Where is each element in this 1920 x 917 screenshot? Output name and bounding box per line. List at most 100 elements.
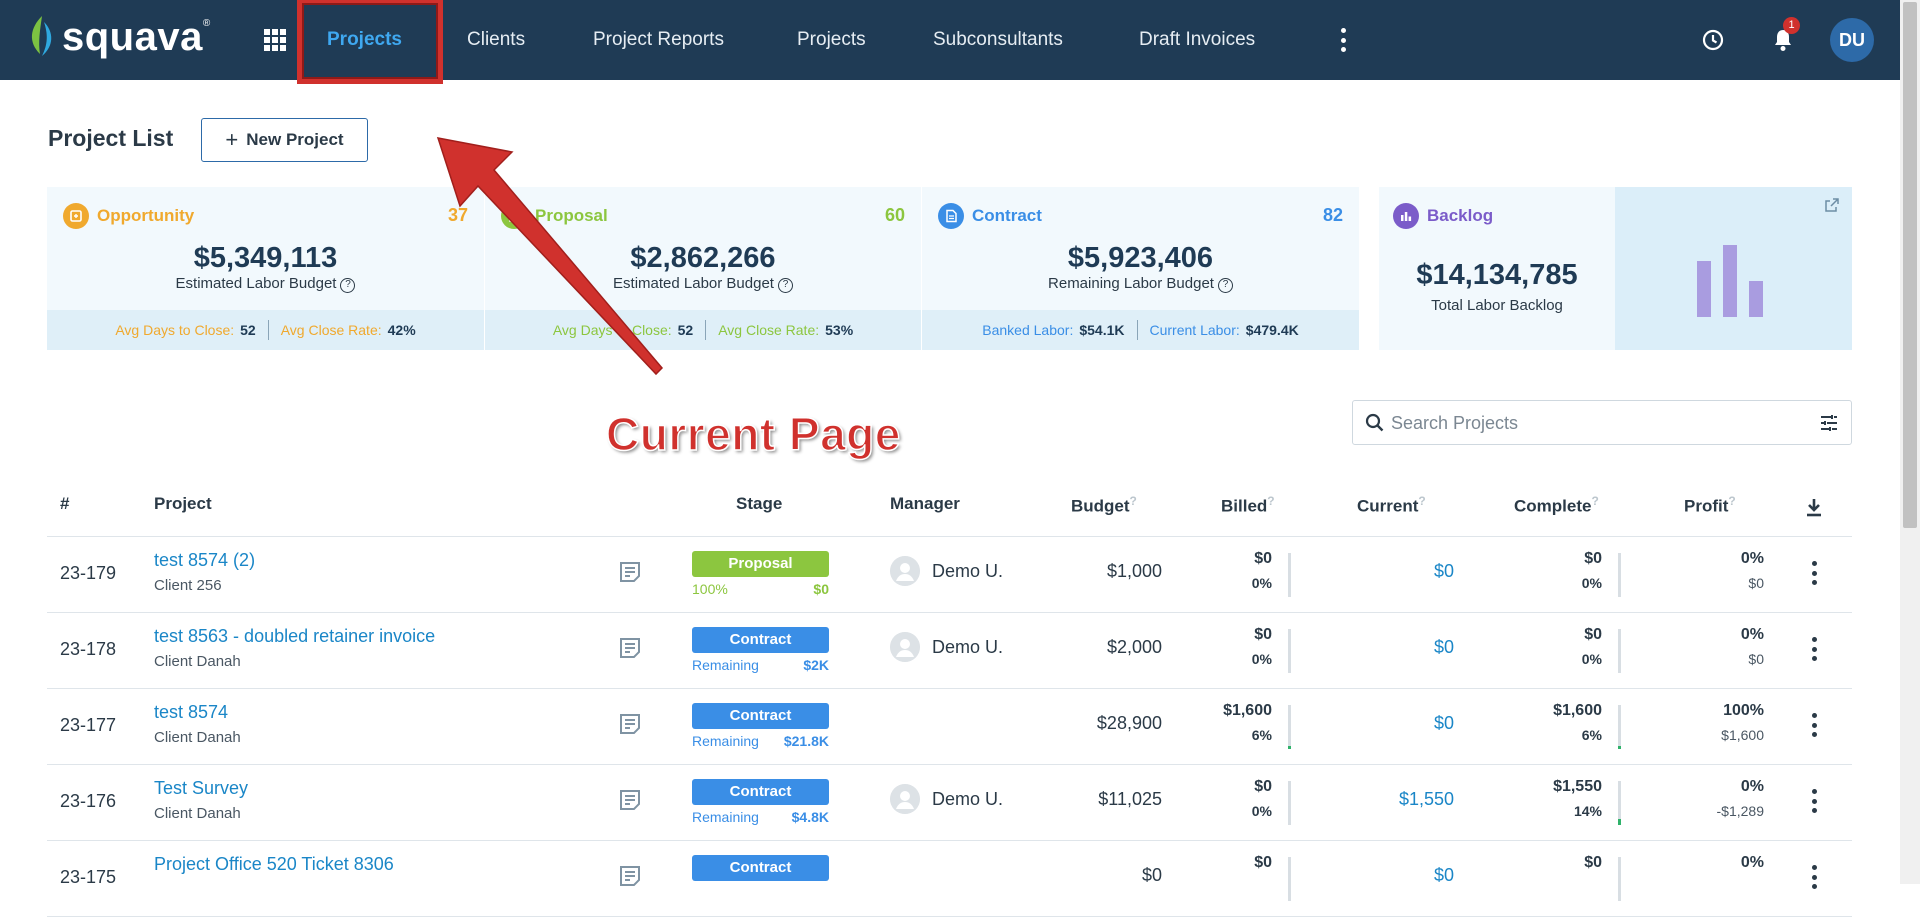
project-name-link[interactable]: test 8574	[154, 702, 228, 723]
nav-draft-invoices[interactable]: Draft Invoices	[1139, 0, 1255, 80]
col-budget[interactable]: Budget?	[1071, 494, 1137, 517]
complete-value: $1,550	[1553, 778, 1602, 795]
stage-remaining-value: $0	[813, 581, 829, 597]
open-external-icon[interactable]	[1824, 197, 1840, 213]
top-navigation-bar: squava ® Projects Clients Project Report…	[0, 0, 1900, 80]
row-actions-menu-icon[interactable]	[1811, 789, 1817, 813]
current-value-link[interactable]: $1,550	[1350, 789, 1454, 810]
table-row[interactable]: 23-176 Test Survey Client Danah Contract Rem…	[0, 765, 1900, 841]
col-stage[interactable]: Stage	[736, 494, 782, 514]
project-name-link[interactable]: test 8574 (2)	[154, 550, 255, 571]
help-icon[interactable]: ?	[340, 278, 356, 293]
current-value-link[interactable]: $0	[1350, 865, 1454, 886]
note-icon[interactable]	[618, 712, 642, 736]
table-row[interactable]: 23-178 test 8563 - doubled retainer invoi…	[0, 613, 1900, 689]
stage-remaining-value: $4.8K	[791, 809, 829, 825]
stage-badge[interactable]: Contract	[692, 779, 829, 805]
project-number: 23-176	[60, 791, 117, 811]
scrollbar-thumb[interactable]	[1903, 2, 1917, 528]
project-number: 23-179	[60, 563, 117, 583]
col-profit[interactable]: Profit?	[1684, 494, 1736, 517]
note-icon[interactable]	[618, 560, 642, 584]
stage-badge[interactable]: Contract	[692, 627, 829, 653]
nav-clients[interactable]: Clients	[467, 0, 525, 80]
user-avatar[interactable]: DU	[1830, 18, 1874, 62]
opportunity-card[interactable]: Opportunity 37 $5,349,113 Estimated Labo…	[47, 187, 484, 350]
profit-percent: 100%	[1723, 702, 1764, 719]
help-icon[interactable]: ?	[777, 278, 793, 293]
help-icon[interactable]: ?	[1267, 494, 1274, 508]
nav-project-reports[interactable]: Project Reports	[593, 0, 724, 80]
budget-value: $11,025	[1098, 789, 1162, 809]
user-avatar-icon	[890, 784, 920, 814]
note-icon[interactable]	[618, 636, 642, 660]
nav-projects-2[interactable]: Projects	[797, 0, 866, 80]
search-box[interactable]	[1352, 400, 1852, 445]
new-project-button[interactable]: + New Project	[201, 118, 368, 162]
table-row[interactable]: 23-175 Project Office 520 Ticket 8306 Cont…	[0, 841, 1900, 917]
help-icon[interactable]: ?	[1130, 494, 1137, 508]
table-row[interactable]: 23-177 test 8574 Client Danah Contract Remai…	[0, 689, 1900, 765]
col-current[interactable]: Current?	[1357, 494, 1426, 517]
backlog-subtitle: Total Labor Backlog	[1431, 297, 1563, 314]
note-icon[interactable]	[618, 788, 642, 812]
col-project[interactable]: Project	[154, 494, 212, 514]
budget-value: $1,000	[1106, 561, 1162, 581]
row-actions-menu-icon[interactable]	[1811, 713, 1817, 737]
stage-badge[interactable]: Contract	[692, 703, 829, 729]
profit-value: $1,600	[1721, 727, 1764, 743]
table-row[interactable]: 23-179 test 8574 (2) Client 256 Proposal 100…	[0, 537, 1900, 613]
stage-badge[interactable]: Contract	[692, 855, 829, 881]
stage-badge[interactable]: Proposal	[692, 551, 829, 577]
profit-percent: 0%	[1740, 550, 1764, 567]
app-name: squava	[62, 14, 203, 59]
help-icon[interactable]: ?	[1591, 494, 1598, 508]
row-actions-menu-icon[interactable]	[1811, 637, 1817, 661]
col-complete[interactable]: Complete?	[1514, 494, 1599, 517]
page-title: Project List	[48, 125, 174, 151]
help-icon[interactable]: ?	[1217, 278, 1233, 293]
billed-progress-bar	[1288, 781, 1291, 825]
manager-name: Demo U.	[932, 637, 1004, 657]
complete-progress-bar	[1618, 857, 1621, 901]
current-value-link[interactable]: $0	[1350, 561, 1454, 582]
project-client: Client Danah	[154, 805, 241, 822]
tune-icon[interactable]	[1819, 413, 1839, 433]
squava-logo[interactable]: squava ®	[26, 14, 210, 60]
apps-grid-icon[interactable]	[264, 29, 286, 51]
note-icon[interactable]	[618, 864, 642, 888]
current-value-link[interactable]: $0	[1350, 637, 1454, 658]
download-icon[interactable]	[1805, 497, 1823, 517]
project-name-link[interactable]: test 8563 - doubled retainer invoice	[154, 626, 435, 647]
col-num: #	[60, 494, 70, 513]
row-actions-menu-icon[interactable]	[1811, 865, 1817, 889]
help-icon[interactable]: ?	[1728, 494, 1735, 508]
stage-remaining-value: $2K	[803, 657, 829, 673]
opportunity-subtitle: Estimated Labor Budget?	[47, 275, 484, 293]
help-icon[interactable]: ?	[1418, 494, 1425, 508]
complete-percent: 6%	[1581, 727, 1602, 743]
project-name-link[interactable]: Project Office 520 Ticket 8306	[154, 854, 394, 875]
project-client: Client 256	[154, 577, 222, 594]
col-billed[interactable]: Billed?	[1221, 494, 1275, 517]
contract-icon	[938, 203, 964, 229]
search-input[interactable]	[1391, 409, 1791, 437]
nav-subconsultants[interactable]: Subconsultants	[933, 0, 1063, 80]
complete-value: $0	[1584, 854, 1602, 871]
col-manager[interactable]: Manager	[890, 494, 960, 514]
profit-value: $0	[1748, 651, 1764, 667]
contract-footer: Banked Labor: $54.1K Current Labor: $479.4…	[922, 310, 1359, 350]
current-value-link[interactable]: $0	[1350, 713, 1454, 734]
more-vert-icon[interactable]	[1340, 28, 1346, 52]
opportunity-amount: $5,349,113	[193, 242, 338, 274]
row-actions-menu-icon[interactable]	[1811, 561, 1817, 585]
backlog-amount: $14,134,785	[1416, 259, 1578, 291]
project-number: 23-178	[60, 639, 117, 659]
search-icon	[1365, 413, 1384, 432]
clock-icon[interactable]	[1702, 29, 1724, 51]
project-name-link[interactable]: Test Survey	[154, 778, 248, 799]
billed-percent: 6%	[1251, 727, 1272, 743]
contract-card[interactable]: Contract 82 $5,923,406 Remaining Labor B…	[922, 187, 1359, 350]
project-number: 23-177	[60, 715, 117, 735]
budget-value: $0	[1141, 865, 1162, 885]
